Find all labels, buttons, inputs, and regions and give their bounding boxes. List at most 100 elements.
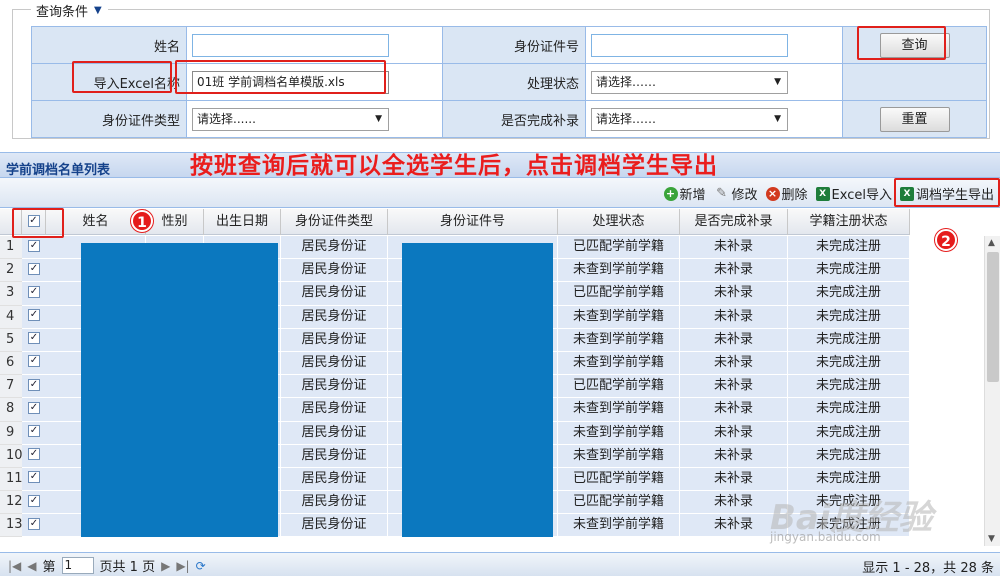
- row-checkbox[interactable]: ✓: [28, 309, 40, 322]
- scroll-down-icon[interactable]: ▼: [988, 534, 995, 544]
- row-checkbox[interactable]: ✓: [28, 332, 40, 345]
- cell-complete: 未补录: [680, 375, 788, 399]
- panel-header: 学前调档名单列表 按班查询后就可以全选学生后，点击调档学生导出: [0, 152, 1000, 179]
- excel-name-input[interactable]: 01班 学前调档名单模版.xls: [192, 70, 389, 94]
- cell-id-type: 居民身份证: [281, 305, 388, 329]
- excel-import-button[interactable]: X Excel导入: [815, 184, 892, 203]
- cell-registration: 未完成注册: [788, 305, 910, 329]
- id-number-input[interactable]: [591, 33, 788, 57]
- redacted-id-column: [402, 243, 553, 537]
- cell-status: 未查到学前学籍: [558, 421, 680, 445]
- row-checkbox-cell[interactable]: ✓: [22, 305, 46, 329]
- row-checkbox[interactable]: ✓: [28, 355, 40, 368]
- row-checkbox-cell[interactable]: ✓: [22, 467, 46, 492]
- cell-registration: 未完成注册: [788, 236, 910, 260]
- row-checkbox-cell[interactable]: ✓: [22, 351, 46, 376]
- row-checkbox-cell[interactable]: ✓: [22, 444, 46, 468]
- name-label: 姓名: [31, 26, 187, 64]
- cell-status: 未查到学前学籍: [558, 305, 680, 329]
- cell-registration: 未完成注册: [788, 467, 910, 492]
- row-number: 8: [0, 398, 22, 422]
- row-checkbox-cell[interactable]: ✓: [22, 491, 46, 515]
- cell-status: 已匹配学前学籍: [558, 491, 680, 515]
- scroll-up-icon[interactable]: ▲: [988, 238, 995, 248]
- watermark-url: jingyan.baidu.com: [770, 530, 881, 544]
- query-legend[interactable]: 查询条件 ▼: [31, 1, 108, 20]
- last-page-icon[interactable]: ▶|: [176, 559, 189, 573]
- col-header-complete[interactable]: 是否完成补录: [680, 209, 788, 235]
- col-header-status[interactable]: 处理状态: [558, 209, 680, 235]
- vertical-scrollbar[interactable]: ▲ ▼: [984, 236, 1000, 546]
- status-label: 处理状态: [442, 63, 586, 101]
- row-checkbox-cell[interactable]: ✓: [22, 514, 46, 538]
- row-checkbox-cell[interactable]: ✓: [22, 398, 46, 422]
- row-checkbox-cell[interactable]: ✓: [22, 282, 46, 306]
- excel-import-label: Excel导入: [831, 188, 892, 203]
- cell-status: 未查到学前学籍: [558, 398, 680, 422]
- id-number-label: 身份证件号: [442, 26, 586, 64]
- edit-tools-icon: ✎: [716, 185, 727, 201]
- row-checkbox[interactable]: ✓: [28, 448, 40, 461]
- select-all-header[interactable]: ✓: [22, 209, 46, 235]
- id-type-select-value: 请选择......: [197, 111, 256, 126]
- row-checkbox-cell[interactable]: ✓: [22, 259, 46, 283]
- row-checkbox-cell[interactable]: ✓: [22, 236, 46, 260]
- row-checkbox-cell[interactable]: ✓: [22, 375, 46, 399]
- page-input[interactable]: 1: [61, 557, 94, 574]
- col-header-id-type[interactable]: 身份证件类型: [281, 209, 388, 235]
- cell-status: 已匹配学前学籍: [558, 375, 680, 399]
- row-checkbox[interactable]: ✓: [28, 285, 40, 298]
- cell-status: 未查到学前学籍: [558, 514, 680, 538]
- row-checkbox[interactable]: ✓: [28, 425, 40, 437]
- edit-button[interactable]: ✎ 修改: [714, 184, 757, 203]
- export-button[interactable]: X 调档学生导出: [899, 184, 994, 203]
- row-checkbox-cell[interactable]: ✓: [22, 421, 46, 445]
- cell-id-type: 居民身份证: [281, 491, 388, 515]
- row-checkbox[interactable]: ✓: [28, 378, 40, 391]
- cell-status: 未查到学前学籍: [558, 328, 680, 352]
- scroll-thumb[interactable]: [987, 252, 999, 382]
- annotation-text: 按班查询后就可以全选学生后，点击调档学生导出: [190, 153, 718, 179]
- step-one-badge: 1: [131, 210, 153, 232]
- id-type-select[interactable]: 请选择...... ▼: [192, 107, 389, 131]
- row-checkbox[interactable]: ✓: [28, 517, 40, 530]
- row-number: 2: [0, 259, 22, 283]
- select-all-checkbox[interactable]: ✓: [27, 214, 40, 227]
- query-form: 姓名 身份证件号 查询 导入Excel名称 01班 学前调档名单模版.xls 处…: [31, 26, 987, 138]
- cell-id-type: 居民身份证: [281, 467, 388, 492]
- status-select-value: 请选择……: [596, 74, 657, 89]
- collapse-arrow-icon[interactable]: ▼: [94, 5, 102, 16]
- cell-registration: 未完成注册: [788, 398, 910, 422]
- search-button[interactable]: 查询: [879, 32, 950, 58]
- name-input[interactable]: [192, 33, 389, 57]
- col-header-registration[interactable]: 学籍注册状态: [788, 209, 910, 235]
- col-header-birthdate[interactable]: 出生日期: [204, 209, 281, 235]
- refresh-icon[interactable]: ⟳: [196, 559, 206, 573]
- complete-select[interactable]: 请选择…… ▼: [591, 107, 788, 131]
- col-header-gender[interactable]: 性别: [146, 209, 204, 235]
- cell-id-type: 居民身份证: [281, 282, 388, 306]
- row-checkbox-cell[interactable]: ✓: [22, 328, 46, 352]
- col-header-id-number[interactable]: 身份证件号: [388, 209, 558, 235]
- next-page-icon[interactable]: ▶: [161, 559, 170, 573]
- first-page-icon[interactable]: |◀: [8, 559, 21, 573]
- cell-complete: 未补录: [680, 351, 788, 376]
- add-button[interactable]: + 新增: [663, 184, 706, 203]
- delete-button[interactable]: × 删除: [765, 184, 808, 203]
- cell-status: 已匹配学前学籍: [558, 467, 680, 492]
- excel-icon: X: [899, 186, 914, 201]
- row-checkbox[interactable]: ✓: [28, 494, 40, 507]
- cell-registration: 未完成注册: [788, 375, 910, 399]
- row-checkbox[interactable]: ✓: [28, 401, 40, 414]
- row-checkbox[interactable]: ✓: [28, 239, 40, 252]
- reset-button[interactable]: 重置: [879, 106, 950, 132]
- row-checkbox[interactable]: ✓: [28, 471, 40, 484]
- step-two-badge: 2: [935, 229, 957, 251]
- prev-page-icon[interactable]: ◀: [27, 559, 36, 573]
- cell-status: 未查到学前学籍: [558, 351, 680, 376]
- row-number-header: [0, 209, 22, 235]
- row-checkbox[interactable]: ✓: [28, 262, 40, 275]
- page-prefix: 第: [42, 560, 56, 575]
- pager: |◀ ◀ 第 1 页共 1 页 ▶ ▶| ⟳ 显示 1 - 28，共 28 条: [0, 552, 1000, 576]
- status-select[interactable]: 请选择…… ▼: [591, 70, 788, 94]
